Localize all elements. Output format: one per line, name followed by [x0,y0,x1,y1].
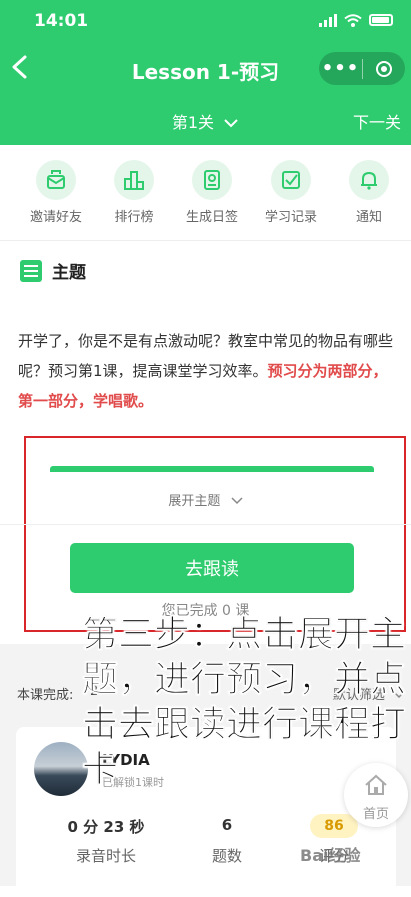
daily-card-icon [204,170,220,190]
header-bar: 14:01 Lesson 1-预习 ••• 第1关 下一关 [0,0,411,145]
target-icon [376,60,392,77]
question-count-label: 题数 [211,847,242,865]
follow-read-button[interactable]: 去跟读 [70,543,354,593]
signal-icon [319,13,337,27]
tool-label: 邀请好友 [29,210,82,225]
avatar[interactable] [34,742,88,796]
chevron-down-icon [224,119,238,128]
tool-daily-card[interactable]: 生成日签 [172,160,252,225]
feature-toolbar: 邀请好友 排行榜 生成日签 学习记录 通知 [0,160,411,230]
progress-label: 本课完成: [17,688,74,703]
more-button[interactable]: ••• [319,58,362,79]
record-time-value: 0 分 23 秒 [67,818,145,836]
record-time-label: 录音时长 [75,847,136,865]
ranking-icon [124,171,144,190]
document-icon [20,259,42,282]
tool-study-record[interactable]: 学习记录 [251,160,331,225]
level-selector[interactable]: 第1关 [0,109,411,133]
battery-icon [369,14,393,26]
divider [0,240,411,241]
close-mini-program-button[interactable] [363,60,405,77]
topic-panel-top-bar [50,466,374,472]
tool-notification[interactable]: 通知 [329,160,409,225]
tool-ranking[interactable]: 排行榜 [94,160,174,225]
expand-topic-label: 展开主题 [168,494,221,509]
wifi-icon [344,13,362,27]
next-level-link[interactable]: 下一关 [353,109,401,133]
topic-description: 开学了，你是不是有点激动呢？教室中常见的物品有哪些呢？预习第1课，提高课堂学习效… [18,326,394,416]
chevron-down-icon [231,497,243,505]
tool-label: 生成日签 [185,210,238,225]
record-icon [282,171,300,189]
divider [0,524,411,525]
bell-icon [361,171,377,190]
mini-program-capsule: ••• [319,52,405,85]
expand-topic-button[interactable]: 展开主题 [0,490,411,509]
status-time: 14:01 [34,11,89,31]
topic-title: 主题 [52,263,86,283]
tool-label: 通知 [355,210,382,225]
tool-invite-friends[interactable]: 邀请好友 [16,160,96,225]
home-label: 首页 [362,807,389,822]
tool-label: 学习记录 [264,210,317,225]
level-label: 第1关 [171,113,215,132]
invite-icon [47,170,65,189]
tutorial-overlay-text: 第三步：点击展开主题，进行预习，并点击去跟读进行课程打卡 [82,614,407,791]
tool-label: 排行榜 [114,210,154,225]
topic-header: 主题 [20,258,86,283]
watermark: Bai经验 [300,846,361,865]
question-count-value: 6 [221,816,233,834]
status-bar: 14:01 [0,0,411,44]
